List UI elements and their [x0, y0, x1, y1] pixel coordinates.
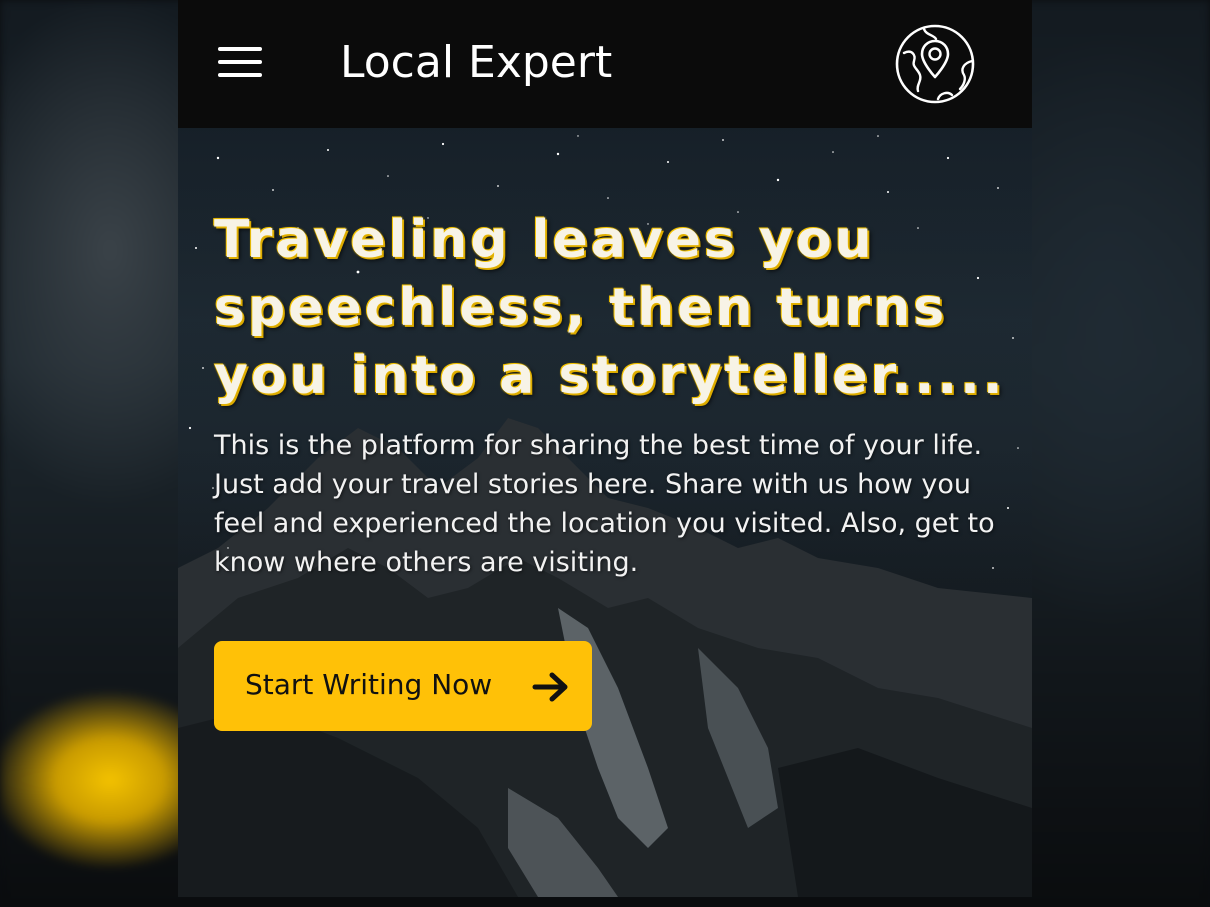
- start-writing-label: Start Writing Now: [245, 668, 493, 701]
- start-writing-button[interactable]: Start Writing Now: [214, 641, 592, 731]
- app-bar: Local Expert: [178, 0, 1032, 128]
- hero-description: This is the platform for sharing the bes…: [214, 430, 995, 578]
- hamburger-menu-icon: [218, 47, 262, 51]
- hero-section: Traveling leaves you speechless, then tu…: [178, 128, 1032, 897]
- arrow-right-icon: [532, 672, 568, 702]
- hamburger-menu-icon-bar: [218, 73, 262, 77]
- app-screen: Local Expert Traveling leaves you speech…: [178, 0, 1032, 897]
- hero-headline: Traveling leaves you speechless, then tu…: [214, 210, 1006, 406]
- globe-location-pin-icon: [895, 24, 975, 104]
- globe-location-button[interactable]: [894, 23, 976, 105]
- menu-button[interactable]: [210, 40, 270, 86]
- hamburger-menu-icon-bar: [218, 60, 262, 64]
- app-title: Local Expert: [340, 37, 613, 88]
